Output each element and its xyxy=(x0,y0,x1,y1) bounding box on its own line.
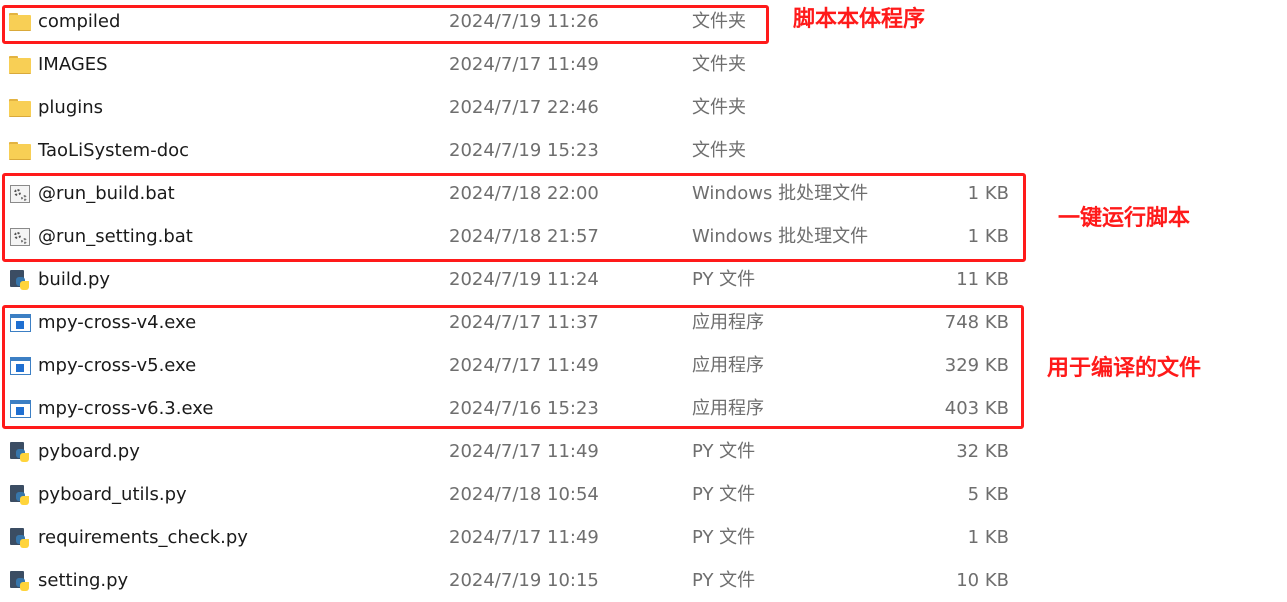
file-size: 32 KB xyxy=(956,441,1009,462)
annotation-one-click-scripts: 一键运行脚本 xyxy=(1058,206,1191,231)
folder-icon xyxy=(8,86,32,129)
file-type: 文件夹 xyxy=(692,54,746,75)
file-size: 1 KB xyxy=(967,527,1009,548)
file-name: pyboard.py xyxy=(38,441,140,462)
highlight-box-compile-files xyxy=(2,305,1024,429)
python-file-icon xyxy=(8,473,32,516)
file-size: 11 KB xyxy=(956,269,1009,290)
file-row-taolisystem-doc[interactable]: TaoLiSystem-doc 2024/7/19 15:23 文件夹 xyxy=(0,129,1040,172)
file-date: 2024/7/19 11:24 xyxy=(449,269,599,290)
file-row-plugins[interactable]: plugins 2024/7/17 22:46 文件夹 xyxy=(0,86,1040,129)
file-type: 文件夹 xyxy=(692,97,746,118)
file-type: PY 文件 xyxy=(692,570,756,591)
file-size: 10 KB xyxy=(956,570,1009,591)
file-date: 2024/7/17 11:49 xyxy=(449,54,599,75)
python-file-icon xyxy=(8,430,32,473)
file-date: 2024/7/19 10:15 xyxy=(449,570,599,591)
file-name: plugins xyxy=(38,97,104,118)
folder-icon xyxy=(8,129,32,172)
file-row-build-py[interactable]: build.py 2024/7/19 11:24 PY 文件 11 KB xyxy=(0,258,1040,301)
python-file-icon xyxy=(8,516,32,559)
file-row-images[interactable]: IMAGES 2024/7/17 11:49 文件夹 xyxy=(0,43,1040,86)
file-row-requirements-check-py[interactable]: requirements_check.py 2024/7/17 11:49 PY… xyxy=(0,516,1040,559)
python-file-icon xyxy=(8,559,32,602)
file-type: PY 文件 xyxy=(692,527,756,548)
file-name: setting.py xyxy=(38,570,129,591)
file-name: TaoLiSystem-doc xyxy=(38,140,190,161)
file-date: 2024/7/17 11:49 xyxy=(449,441,599,462)
python-file-icon xyxy=(8,258,32,301)
file-row-pyboard-py[interactable]: pyboard.py 2024/7/17 11:49 PY 文件 32 KB xyxy=(0,430,1040,473)
file-date: 2024/7/17 22:46 xyxy=(449,97,599,118)
file-size: 5 KB xyxy=(967,484,1009,505)
highlight-box-one-click-scripts xyxy=(2,173,1026,262)
file-type: 文件夹 xyxy=(692,140,746,161)
file-name: build.py xyxy=(38,269,111,290)
folder-icon xyxy=(8,43,32,86)
annotation-script-body: 脚本本体程序 xyxy=(793,7,926,32)
annotation-compile-files: 用于编译的文件 xyxy=(1047,356,1202,381)
file-name: requirements_check.py xyxy=(38,527,248,548)
file-row-pyboard-utils-py[interactable]: pyboard_utils.py 2024/7/18 10:54 PY 文件 5… xyxy=(0,473,1040,516)
file-name: pyboard_utils.py xyxy=(38,484,187,505)
file-row-setting-py[interactable]: setting.py 2024/7/19 10:15 PY 文件 10 KB xyxy=(0,559,1040,602)
file-type: PY 文件 xyxy=(692,484,756,505)
file-date: 2024/7/17 11:49 xyxy=(449,527,599,548)
highlight-box-script-body xyxy=(2,5,769,44)
file-type: PY 文件 xyxy=(692,269,756,290)
file-name: IMAGES xyxy=(38,54,108,75)
file-date: 2024/7/18 10:54 xyxy=(449,484,599,505)
file-date: 2024/7/19 15:23 xyxy=(449,140,599,161)
file-type: PY 文件 xyxy=(692,441,756,462)
